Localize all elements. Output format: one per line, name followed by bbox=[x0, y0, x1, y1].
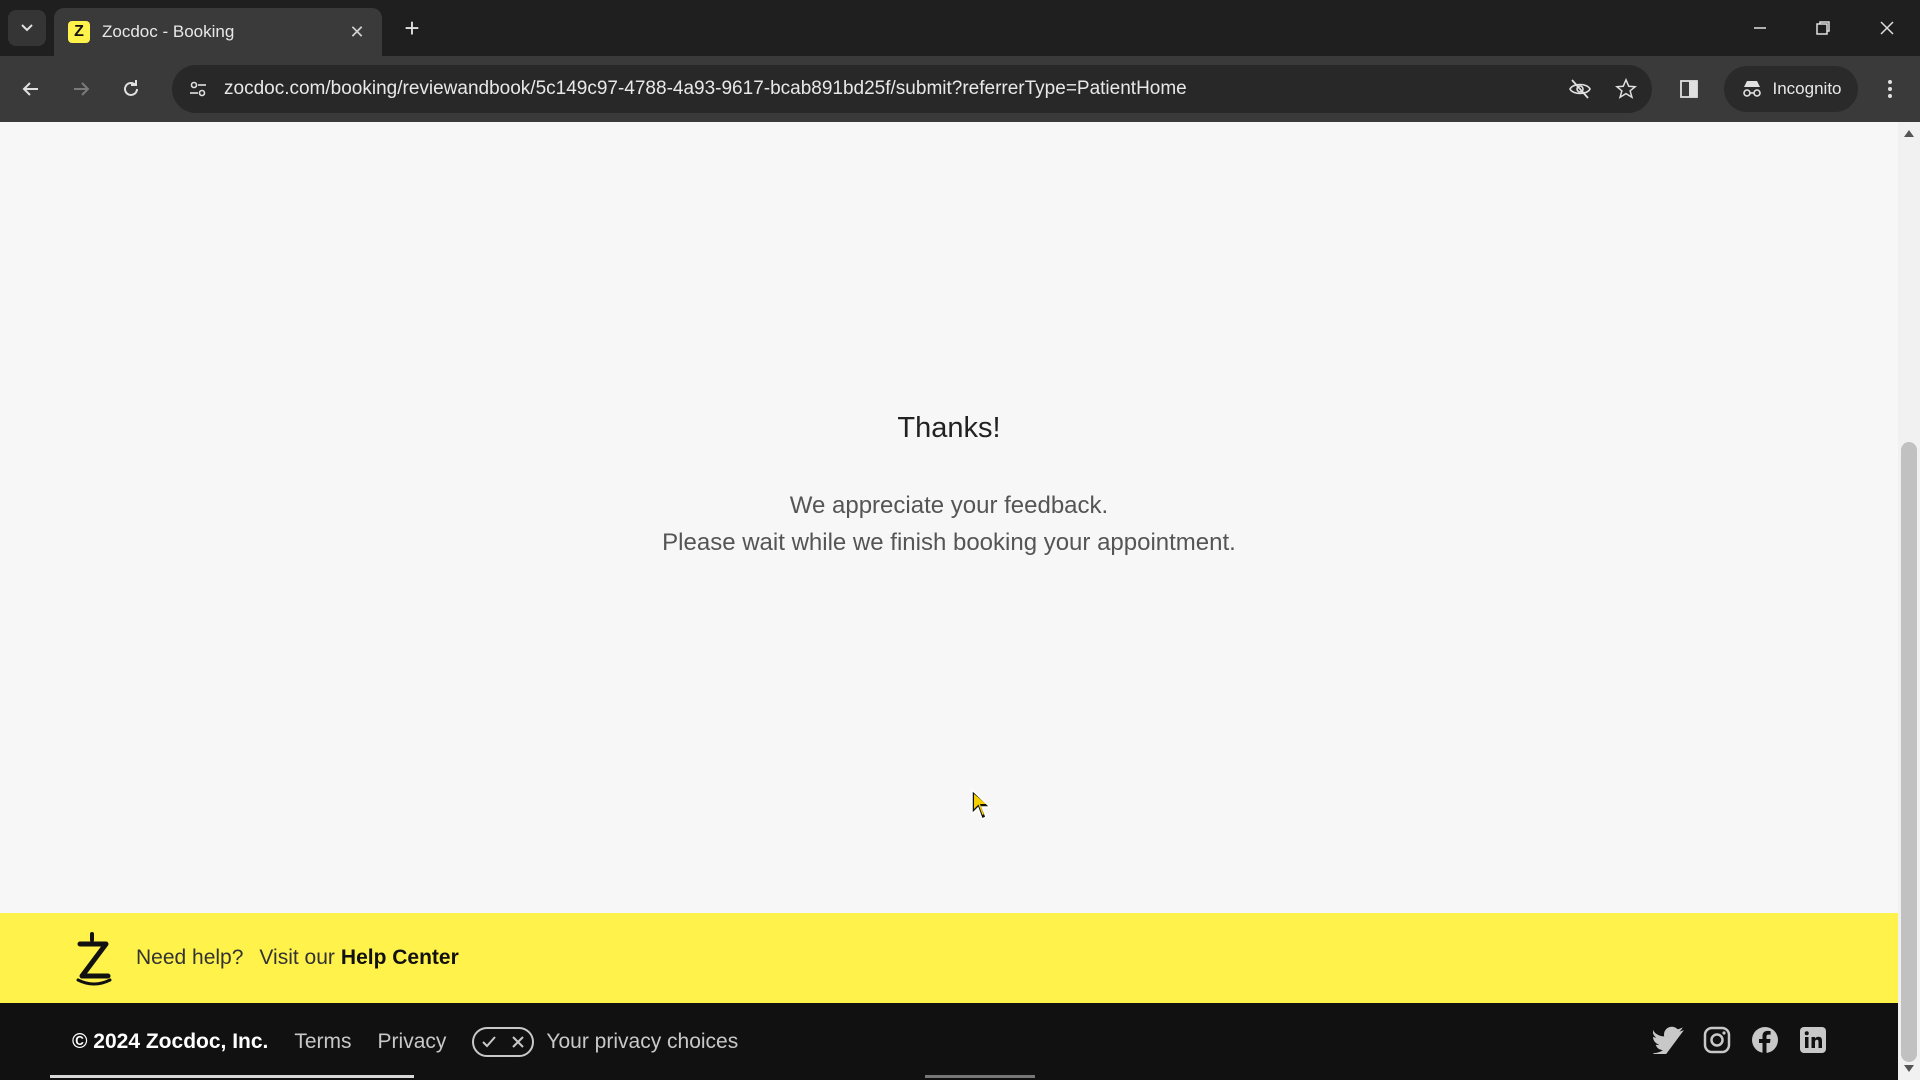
instagram-link[interactable] bbox=[1700, 1023, 1734, 1057]
url-text[interactable]: zocdoc.com/booking/reviewandbook/5c149c9… bbox=[224, 78, 1560, 100]
new-tab-button[interactable]: + bbox=[396, 12, 428, 44]
incognito-button[interactable]: Incognito bbox=[1724, 66, 1858, 112]
address-bar[interactable]: zocdoc.com/booking/reviewandbook/5c149c9… bbox=[172, 65, 1652, 113]
tab-strip: Z Zocdoc - Booking ✕ + bbox=[0, 0, 1920, 56]
privacy-choices-toggle[interactable] bbox=[472, 1026, 535, 1057]
more-vertical-icon bbox=[1888, 80, 1892, 98]
privacy-link[interactable]: Privacy bbox=[378, 1030, 447, 1054]
tab-close-button[interactable]: ✕ bbox=[346, 22, 368, 43]
scroll-thumb[interactable] bbox=[1901, 442, 1917, 1062]
scroll-down-arrow-icon[interactable] bbox=[1904, 1065, 1914, 1072]
incognito-icon bbox=[1742, 81, 1761, 97]
facebook-icon bbox=[1752, 1027, 1778, 1053]
site-info-button[interactable] bbox=[178, 69, 218, 109]
page-content: Thanks! We appreciate your feedback. Ple… bbox=[0, 122, 1898, 913]
side-panel-button[interactable] bbox=[1670, 70, 1708, 108]
browser-toolbar: zocdoc.com/booking/reviewandbook/5c149c9… bbox=[0, 56, 1920, 122]
chevron-down-icon bbox=[21, 24, 33, 32]
back-button[interactable] bbox=[12, 70, 50, 108]
close-icon bbox=[1880, 21, 1894, 35]
browser-tab[interactable]: Z Zocdoc - Booking ✕ bbox=[54, 8, 382, 56]
twitter-icon bbox=[1653, 1026, 1684, 1054]
eye-off-icon bbox=[1569, 79, 1591, 99]
tune-icon bbox=[190, 81, 206, 97]
copyright-text: © 2024 Zocdoc, Inc. bbox=[72, 1029, 269, 1053]
tracking-protection-button[interactable] bbox=[1560, 69, 1600, 109]
restore-button[interactable] bbox=[1798, 8, 1848, 48]
x-icon bbox=[512, 1035, 525, 1048]
reload-button[interactable] bbox=[112, 70, 150, 108]
side-panel-icon bbox=[1680, 80, 1698, 98]
instagram-icon bbox=[1703, 1026, 1731, 1054]
reload-icon bbox=[124, 80, 138, 96]
zocdoc-favicon-icon: Z bbox=[68, 21, 90, 43]
privacy-choices-link[interactable]: Your privacy choices bbox=[546, 1030, 738, 1054]
facebook-link[interactable] bbox=[1748, 1023, 1782, 1057]
arrow-left-icon bbox=[22, 82, 38, 96]
zocdoc-logo[interactable] bbox=[72, 930, 116, 986]
terms-link[interactable]: Terms bbox=[294, 1030, 351, 1054]
check-icon bbox=[482, 1035, 497, 1047]
incognito-label: Incognito bbox=[1772, 79, 1842, 98]
thanks-heading: Thanks! bbox=[897, 412, 1001, 444]
scroll-up-arrow-icon[interactable] bbox=[1904, 130, 1914, 137]
linkedin-icon bbox=[1800, 1027, 1826, 1053]
footer-underline bbox=[50, 1075, 414, 1078]
booking-wait-message: Please wait while we finish booking your… bbox=[662, 529, 1236, 556]
star-icon bbox=[1615, 78, 1637, 99]
close-window-button[interactable] bbox=[1862, 8, 1912, 48]
tab-search-button[interactable] bbox=[8, 10, 46, 46]
arrow-right-icon bbox=[74, 82, 90, 96]
linkedin-link[interactable] bbox=[1796, 1023, 1830, 1057]
social-links bbox=[1652, 1023, 1830, 1057]
feedback-message: We appreciate your feedback. bbox=[789, 492, 1109, 519]
minimize-button[interactable] bbox=[1735, 8, 1785, 48]
browser-menu-button[interactable] bbox=[1872, 70, 1908, 108]
visit-our-text: Visit our bbox=[259, 946, 335, 969]
site-footer: © 2024 Zocdoc, Inc. Terms Privacy Your p… bbox=[0, 1003, 1898, 1080]
bookmark-button[interactable] bbox=[1606, 69, 1646, 109]
twitter-link[interactable] bbox=[1652, 1023, 1686, 1057]
page-scrollbar[interactable] bbox=[1898, 122, 1920, 1080]
minimize-icon bbox=[1754, 27, 1766, 29]
need-help-text: Need help? bbox=[136, 946, 244, 969]
help-center-link[interactable]: Help Center bbox=[341, 946, 459, 970]
restore-icon bbox=[1816, 21, 1830, 35]
forward-button[interactable] bbox=[62, 70, 100, 108]
tab-title: Zocdoc - Booking bbox=[102, 22, 235, 41]
mouse-cursor-icon bbox=[971, 788, 992, 821]
help-bar: Need help? Visit our Help Center bbox=[0, 913, 1898, 1003]
zocdoc-z-icon bbox=[76, 932, 112, 986]
footer-underline-secondary bbox=[925, 1075, 1035, 1078]
